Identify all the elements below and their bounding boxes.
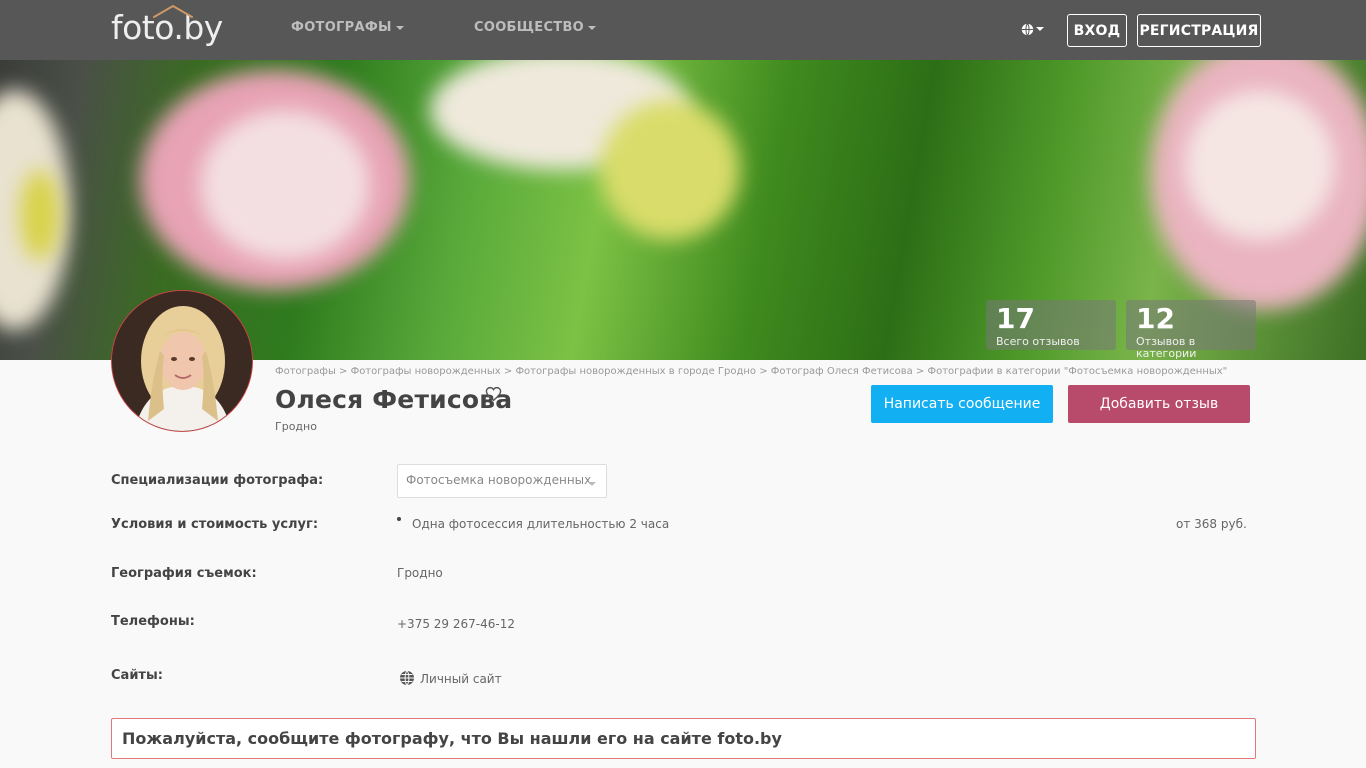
nav-menu-community-label: СООБЩЕСТВО — [474, 20, 585, 35]
heart-icon[interactable] — [485, 386, 502, 402]
personal-site-link[interactable]: Личный сайт — [420, 672, 502, 686]
conditions-item: Одна фотосессия длительностью 2 часа — [412, 517, 670, 531]
specialization-label: Специализации фотографа: — [111, 473, 324, 488]
list-bullet — [397, 517, 401, 521]
avatar — [111, 290, 253, 432]
phones-value[interactable]: +375 29 267-46-12 — [397, 617, 515, 631]
write-message-button[interactable]: Написать сообщение — [871, 385, 1053, 423]
cover-flower-right-highlight — [1185, 90, 1335, 240]
sites-label: Сайты: — [111, 668, 163, 683]
chevron-down-icon — [395, 25, 404, 30]
logo-roof-icon — [153, 4, 193, 18]
specialization-select[interactable]: Фотосъемка новорожденных — [397, 464, 607, 498]
nav-menu-photographers[interactable]: ФОТОГРАФЫ — [291, 20, 404, 35]
globe-icon — [1021, 22, 1034, 36]
chevron-down-icon — [588, 482, 596, 486]
conditions-price: от 368 руб. — [1176, 517, 1247, 531]
chevron-down-icon — [1036, 27, 1044, 31]
add-review-button[interactable]: Добавить отзыв — [1068, 385, 1250, 423]
geography-label: География съемок: — [111, 566, 257, 581]
conditions-label: Условия и стоимость услуг: — [111, 517, 319, 532]
chevron-down-icon — [588, 25, 597, 30]
breadcrumb[interactable]: Фотографы > Фотографы новорожденных > Фо… — [275, 366, 1227, 377]
language-switcher[interactable] — [1021, 21, 1044, 37]
profile-name: Олеся Фетисова — [275, 385, 513, 414]
cover-flower-yellow — [600, 100, 740, 240]
login-button[interactable]: ВХОД — [1067, 14, 1127, 47]
cover-flower-center — [20, 170, 60, 260]
notice-banner: Пожалуйста, сообщите фотографу, что Вы н… — [111, 718, 1256, 759]
geography-value: Гродно — [397, 566, 443, 580]
site-logo[interactable]: foto.by — [111, 4, 223, 47]
specialization-selected-value: Фотосъемка новорожденных — [406, 473, 592, 487]
stat-category-reviews-value: 12 — [1136, 302, 1175, 335]
stat-total-reviews: 17 Всего отзывов — [986, 300, 1116, 350]
nav-menu-photographers-label: ФОТОГРАФЫ — [291, 20, 392, 35]
stat-total-reviews-value: 17 — [996, 302, 1035, 335]
profile-city: Гродно — [275, 420, 317, 433]
top-navbar: foto.by ФОТОГРАФЫ СООБЩЕСТВО ВХОД РЕГИСТ… — [0, 0, 1366, 60]
nav-menu-community[interactable]: СООБЩЕСТВО — [474, 20, 597, 35]
globe-icon — [400, 670, 414, 686]
avatar-portrait — [112, 291, 252, 431]
stat-category-reviews: 12 Отзывов в категории — [1126, 300, 1256, 360]
register-button[interactable]: РЕГИСТРАЦИЯ — [1137, 14, 1261, 47]
phones-label: Телефоны: — [111, 614, 195, 629]
cover-flower-pink-highlight — [200, 110, 370, 260]
stat-category-reviews-label: Отзывов в категории — [1136, 335, 1197, 360]
stat-total-reviews-label: Всего отзывов — [996, 335, 1080, 348]
